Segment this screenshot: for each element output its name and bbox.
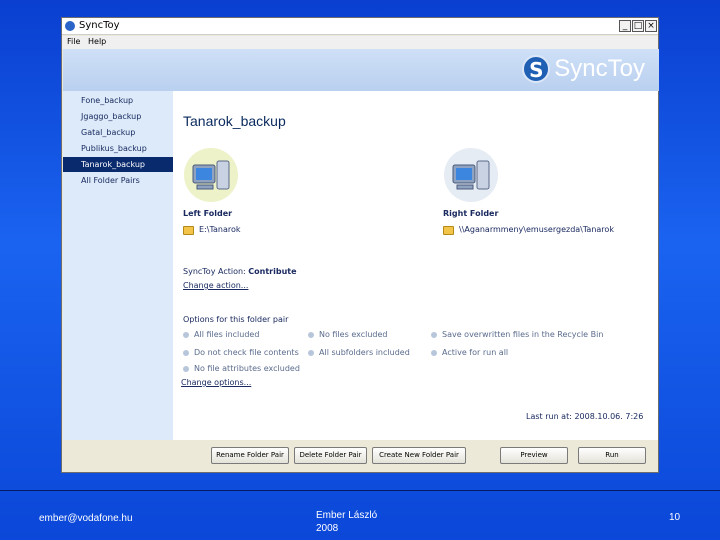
- sidebar-item-jgaggo-backup[interactable]: Jgaggo_backup: [63, 109, 173, 124]
- footer-email: ember@vodafone.hu: [39, 513, 133, 524]
- right-folder-path-text: \\Aganarmmeny\emusergezda\Tanarok: [459, 225, 614, 234]
- slide-page-number: 10: [669, 512, 681, 523]
- rename-folder-pair-button[interactable]: Rename Folder Pair: [211, 447, 289, 464]
- slide-divider-line: [0, 490, 720, 491]
- synctoy-banner: S SyncToy: [63, 49, 659, 91]
- menu-file[interactable]: File: [67, 37, 80, 46]
- option-text: All files included: [194, 330, 260, 339]
- window-title: SyncToy: [79, 20, 120, 31]
- right-computer-icon: [444, 148, 498, 202]
- option-do-not-check-file-contents: Do not check file contents: [183, 348, 299, 357]
- sidebar-item-fone-backup[interactable]: Fone_backup: [63, 93, 173, 108]
- synctoy-action-label: SyncToy Action:: [183, 267, 246, 276]
- delete-folder-pair-button[interactable]: Delete Folder Pair: [294, 447, 367, 464]
- menu-help[interactable]: Help: [88, 37, 106, 46]
- bullet-icon: [183, 350, 189, 356]
- folder-pair-details: Tanarok_backup Left Folder E:\Tanarok Ri…: [173, 91, 658, 440]
- option-text: All subfolders included: [319, 348, 410, 357]
- right-folder-path[interactable]: \\Aganarmmeny\emusergezda\Tanarok: [443, 225, 614, 235]
- option-text: No file attributes excluded: [194, 364, 300, 373]
- synctoy-action-value: Contribute: [248, 267, 297, 276]
- bullet-icon: [431, 332, 437, 338]
- create-new-folder-pair-button[interactable]: Create New Folder Pair: [372, 447, 466, 464]
- footer-author: Ember László: [316, 510, 378, 521]
- left-folder-path-text: E:\Tanarok: [199, 225, 241, 234]
- bullet-icon: [183, 332, 189, 338]
- folder-pair-list: Fone_backup Jgaggo_backup Gatal_backup P…: [63, 91, 173, 440]
- menu-bar: File Help: [62, 36, 658, 50]
- option-text: Do not check file contents: [194, 348, 299, 357]
- left-computer-icon: [184, 148, 238, 202]
- option-save-overwritten-files: Save overwritten files in the Recycle Bi…: [431, 330, 603, 339]
- last-run-timestamp: Last run at: 2008.10.06. 7:26: [526, 412, 644, 421]
- sidebar-item-tanarok-backup[interactable]: Tanarok_backup: [63, 157, 173, 172]
- page-title: Tanarok_backup: [183, 113, 286, 129]
- bullet-icon: [431, 350, 437, 356]
- sync-logo-icon: S: [522, 55, 551, 83]
- minimize-button[interactable]: _: [619, 20, 631, 32]
- logo-text: SyncToy: [554, 55, 645, 82]
- synctoy-window: SyncToy _ □ × File Help S SyncToy Fone_b…: [61, 17, 659, 473]
- bullet-icon: [308, 350, 314, 356]
- option-text: Active for run all: [442, 348, 509, 357]
- sidebar-item-all-folder-pairs[interactable]: All Folder Pairs: [63, 173, 173, 188]
- left-folder-path[interactable]: E:\Tanarok: [183, 225, 241, 235]
- options-heading: Options for this folder pair: [183, 315, 289, 324]
- option-no-file-attributes-excluded: No file attributes excluded: [183, 364, 300, 373]
- run-button[interactable]: Run: [578, 447, 646, 464]
- change-action-link[interactable]: Change action...: [183, 281, 248, 290]
- option-no-files-excluded: No files excluded: [308, 330, 387, 339]
- synctoy-app-icon: [65, 21, 75, 31]
- maximize-button[interactable]: □: [632, 20, 644, 32]
- preview-button[interactable]: Preview: [500, 447, 568, 464]
- footer-year: 2008: [316, 523, 339, 534]
- synctoy-logo: S SyncToy: [522, 54, 645, 84]
- folder-icon: [443, 226, 454, 235]
- option-text: No files excluded: [319, 330, 388, 339]
- sidebar-item-publikus-backup[interactable]: Publikus_backup: [63, 141, 173, 156]
- bullet-icon: [183, 366, 189, 372]
- folder-icon: [183, 226, 194, 235]
- close-button[interactable]: ×: [645, 20, 657, 32]
- sidebar-item-gatal-backup[interactable]: Gatal_backup: [63, 125, 173, 140]
- option-all-subfolders-included: All subfolders included: [308, 348, 410, 357]
- button-bar: Rename Folder Pair Delete Folder Pair Cr…: [62, 440, 658, 472]
- change-options-link[interactable]: Change options...: [181, 378, 251, 387]
- right-folder-heading: Right Folder: [443, 209, 499, 218]
- left-folder-heading: Left Folder: [183, 209, 233, 218]
- title-bar[interactable]: SyncToy _ □ ×: [62, 18, 658, 35]
- bullet-icon: [308, 332, 314, 338]
- synctoy-action: SyncToy Action: Contribute: [183, 267, 297, 276]
- option-active-for-run-all: Active for run all: [431, 348, 508, 357]
- option-all-files-included: All files included: [183, 330, 259, 339]
- option-text: Save overwritten files in the Recycle Bi…: [442, 330, 604, 339]
